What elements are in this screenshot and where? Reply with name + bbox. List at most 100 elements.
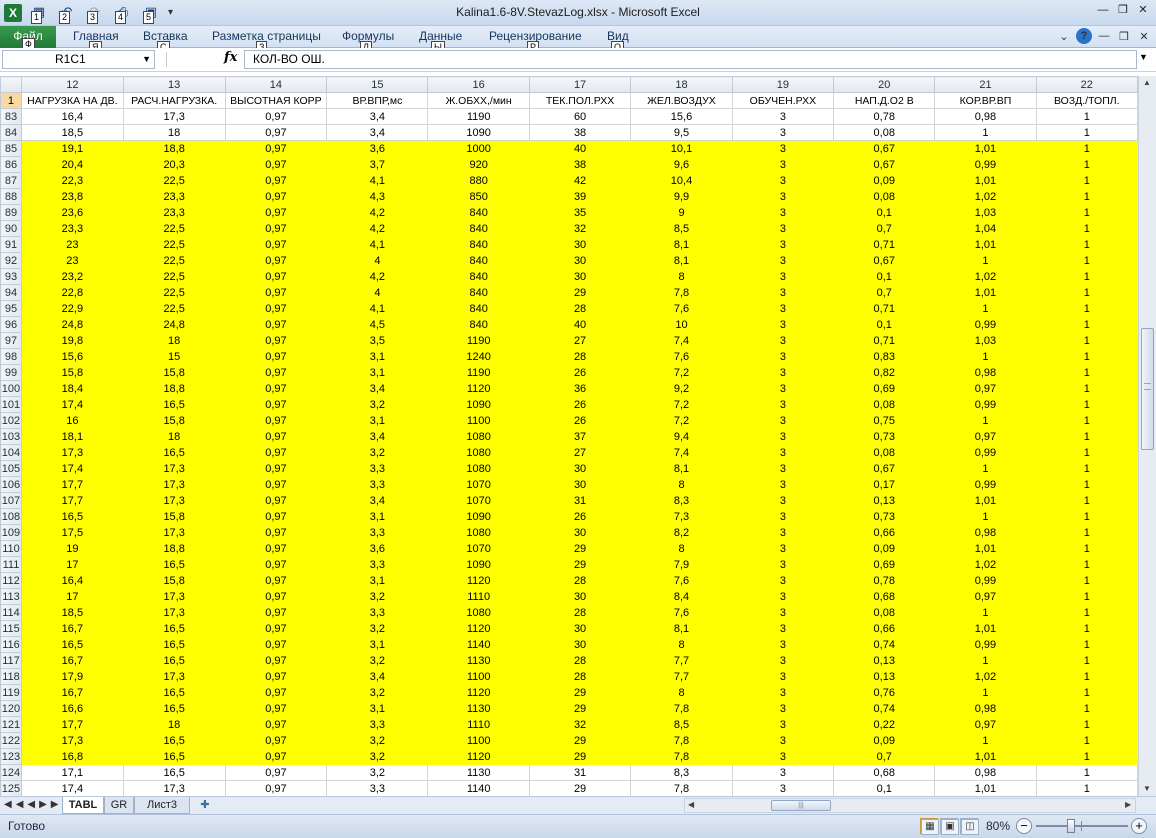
cell[interactable]: 17,3 (122, 588, 226, 605)
cell[interactable]: 8,2 (630, 524, 733, 541)
cell[interactable]: 1,02 (934, 188, 1037, 205)
cell[interactable]: 3,2 (326, 396, 429, 413)
cell[interactable]: 1 (934, 348, 1037, 365)
cell[interactable]: 0,99 (934, 444, 1037, 461)
row-header[interactable]: 120 (0, 700, 22, 717)
cell[interactable]: 3 (731, 124, 835, 141)
cell[interactable]: 1 (1035, 284, 1138, 301)
scroll-up-arrow-icon[interactable]: ▲ (1143, 78, 1151, 87)
cell[interactable]: 23,3 (122, 204, 226, 221)
tab-data[interactable]: Данные Ы (419, 29, 462, 54)
row-header[interactable]: 105 (0, 460, 22, 477)
cell[interactable]: 1 (1035, 652, 1138, 669)
cell[interactable]: 19,8 (20, 332, 124, 349)
cell[interactable]: 3,4 (326, 380, 429, 397)
cell[interactable]: 0,97 (934, 428, 1037, 445)
cell[interactable]: 0,09 (833, 172, 936, 189)
cell[interactable]: 1 (1035, 588, 1138, 605)
cell[interactable]: 17 (20, 556, 124, 573)
cell[interactable]: 1 (1035, 236, 1138, 253)
cell[interactable]: 1 (1035, 780, 1138, 796)
tab-formulas[interactable]: Формулы Л (342, 29, 394, 54)
cell[interactable]: 3,2 (326, 588, 429, 605)
cell[interactable]: 30 (528, 620, 632, 637)
select-all-corner[interactable] (0, 76, 22, 93)
header-cell[interactable]: КОР.ВР.ВП (934, 92, 1037, 109)
cell[interactable]: 0,66 (833, 620, 936, 637)
cell[interactable]: 3 (731, 332, 835, 349)
cell[interactable]: 8,1 (630, 236, 733, 253)
row-header[interactable]: 111 (0, 556, 22, 573)
cell[interactable]: 35 (528, 204, 632, 221)
horizontal-scroll-thumb[interactable]: ||| (771, 800, 831, 811)
cell[interactable]: 0,1 (833, 316, 936, 333)
row-header[interactable]: 86 (0, 156, 22, 173)
row-header[interactable]: 100 (0, 380, 22, 397)
column-header[interactable]: 18 (630, 76, 733, 93)
cell[interactable]: 1 (1035, 252, 1138, 269)
cell[interactable]: 0,22 (833, 716, 936, 733)
cell[interactable]: 16,5 (122, 636, 226, 653)
help-button[interactable]: ? (1076, 28, 1092, 44)
cell[interactable]: 1,01 (934, 780, 1037, 796)
vertical-scrollbar[interactable]: ▲ ▼ (1138, 76, 1156, 796)
row-header[interactable]: 113 (0, 588, 22, 605)
cell[interactable]: 22,9 (20, 300, 124, 317)
cell[interactable]: 3,3 (326, 460, 429, 477)
cell[interactable]: 1 (1035, 524, 1138, 541)
cell[interactable]: 3,4 (326, 108, 429, 125)
header-cell[interactable]: НАГРУЗКА НА ДВ. (20, 92, 124, 109)
row-header[interactable]: 118 (0, 668, 22, 685)
cell[interactable]: 24,8 (122, 316, 226, 333)
cell[interactable]: 23,3 (122, 188, 226, 205)
cell[interactable]: 840 (427, 268, 530, 285)
cell[interactable]: 0,97 (224, 444, 328, 461)
cell[interactable]: 3 (731, 636, 835, 653)
header-cell[interactable]: Ж.ОБХХ,/мин (427, 92, 530, 109)
cell[interactable]: 26 (528, 508, 632, 525)
cell[interactable]: 16,5 (122, 556, 226, 573)
cell[interactable]: 0,1 (833, 780, 936, 796)
row-header[interactable]: 106 (0, 476, 22, 493)
cell[interactable]: 1120 (427, 572, 530, 589)
cell[interactable]: 0,97 (224, 396, 328, 413)
cell[interactable]: 1 (934, 412, 1037, 429)
cell[interactable]: 1 (1035, 172, 1138, 189)
cell[interactable]: 19,1 (20, 140, 124, 157)
normal-view-button[interactable]: ▦ (920, 818, 939, 835)
cell[interactable]: 8,5 (630, 220, 733, 237)
cell[interactable]: 22,5 (122, 172, 226, 189)
cell[interactable]: 17,3 (122, 476, 226, 493)
cell[interactable]: 30 (528, 252, 632, 269)
cell[interactable]: 3,1 (326, 572, 429, 589)
cell[interactable]: 3 (731, 444, 835, 461)
cell[interactable]: 1000 (427, 140, 530, 157)
cell[interactable]: 0,97 (224, 284, 328, 301)
cell[interactable]: 3 (731, 476, 835, 493)
cell[interactable]: 0,08 (833, 604, 936, 621)
cell[interactable]: 3 (731, 428, 835, 445)
row-header[interactable]: 94 (0, 284, 22, 301)
tab-page-layout[interactable]: Разметка страницы З (212, 29, 321, 54)
cell[interactable]: 9,4 (630, 428, 733, 445)
cell[interactable]: 19 (20, 540, 124, 557)
cell[interactable]: 1 (934, 732, 1037, 749)
row-header[interactable]: 116 (0, 636, 22, 653)
cell[interactable]: 4,1 (326, 236, 429, 253)
row-header[interactable]: 103 (0, 428, 22, 445)
cell[interactable]: 7,4 (630, 444, 733, 461)
cell[interactable]: 29 (528, 700, 632, 717)
cell[interactable]: 3,3 (326, 524, 429, 541)
cell[interactable]: 16,7 (20, 684, 124, 701)
column-header[interactable]: 14 (224, 76, 328, 93)
page-break-view-button[interactable]: ◫ (960, 818, 979, 835)
zoom-level[interactable]: 80% (986, 819, 1010, 833)
cell[interactable]: 7,8 (630, 748, 733, 765)
cell[interactable]: 1 (1035, 540, 1138, 557)
cell[interactable]: 3,3 (326, 780, 429, 796)
cell[interactable]: 1 (1035, 300, 1138, 317)
cell[interactable]: 1 (1035, 444, 1138, 461)
cell[interactable]: 0,97 (224, 108, 328, 125)
horizontal-scrollbar[interactable]: ◀ ||| ▶ (684, 798, 1136, 813)
cell[interactable]: 1 (1035, 332, 1138, 349)
